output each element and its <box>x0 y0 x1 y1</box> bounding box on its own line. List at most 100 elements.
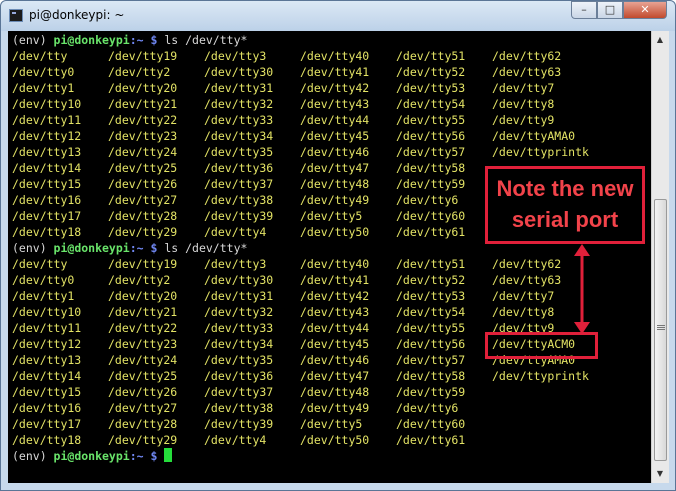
device-entry: /dev/tty54 <box>396 305 466 319</box>
device-entry: /dev/tty61 <box>396 433 466 447</box>
prompt-line: (env) pi@donkeypi:~ $ ls /dev/tty* <box>12 240 247 256</box>
arrow-icon <box>574 244 590 334</box>
listing-row: /dev/tty0/dev/tty2/dev/tty30/dev/tty41/d… <box>12 272 588 288</box>
prompt-path: :~ $ <box>129 449 158 463</box>
terminal-window: pi@donkeypi: ~ – □ ✕ (env) pi@donkeypi:~… <box>0 0 676 491</box>
device-entry: /dev/tty61 <box>396 225 466 239</box>
device-entry: /dev/tty35 <box>204 145 274 159</box>
device-entry: /dev/tty41 <box>300 65 370 79</box>
listing-row: /dev/tty11/dev/tty22/dev/tty33/dev/tty44… <box>12 112 588 128</box>
device-entry: /dev/tty37 <box>204 177 274 191</box>
device-entry: /dev/tty48 <box>300 177 370 191</box>
device-entry: /dev/tty11 <box>12 113 82 127</box>
device-entry: /dev/tty47 <box>300 369 370 383</box>
device-entry: /dev/tty52 <box>396 273 466 287</box>
device-entry: /dev/tty56 <box>396 337 466 351</box>
device-entry: /dev/tty29 <box>108 433 178 447</box>
device-entry: /dev/ttyAMA0 <box>492 129 576 143</box>
listing-row: /dev/tty0/dev/tty2/dev/tty30/dev/tty41/d… <box>12 64 588 80</box>
device-entry: /dev/tty6 <box>396 401 459 415</box>
device-entry: /dev/tty22 <box>108 113 178 127</box>
device-entry: /dev/tty47 <box>300 161 370 175</box>
minimize-button[interactable]: – <box>571 1 597 19</box>
scroll-down-icon[interactable]: ▼ <box>653 467 667 481</box>
listing-row: /dev/tty12/dev/tty23/dev/tty34/dev/tty45… <box>12 128 588 144</box>
device-entry: /dev/tty31 <box>204 81 274 95</box>
device-entry: /dev/tty10 <box>12 305 82 319</box>
prompt-env: (env) <box>12 33 54 47</box>
device-entry: /dev/tty62 <box>492 49 562 63</box>
device-entry: /dev/tty3 <box>204 49 267 63</box>
device-entry: /dev/tty1 <box>12 289 75 303</box>
device-entry: /dev/tty51 <box>396 257 466 271</box>
prompt-user: pi@donkeypi <box>53 241 130 255</box>
device-entry: /dev/tty34 <box>204 337 274 351</box>
device-entry: /dev/tty1 <box>12 81 75 95</box>
command-text <box>157 449 164 463</box>
prompt-path: :~ $ <box>129 33 158 47</box>
device-entry: /dev/tty55 <box>396 321 466 335</box>
device-entry: /dev/tty49 <box>300 193 370 207</box>
device-entry: /dev/tty63 <box>492 65 562 79</box>
device-entry: /dev/tty55 <box>396 113 466 127</box>
device-entry: /dev/tty25 <box>108 161 178 175</box>
device-entry: /dev/tty17 <box>12 209 82 223</box>
device-entry: /dev/tty <box>12 49 68 63</box>
device-entry: /dev/tty32 <box>204 305 274 319</box>
device-entry: /dev/tty53 <box>396 81 466 95</box>
prompt-user: pi@donkeypi <box>53 33 130 47</box>
listing-row: /dev/tty1/dev/tty20/dev/tty31/dev/tty42 /… <box>12 288 588 304</box>
device-entry: /dev/tty5 <box>300 209 363 223</box>
device-entry: /dev/tty24 <box>108 353 178 367</box>
device-entry: /dev/tty9 <box>492 113 555 127</box>
device-entry: /dev/tty42 <box>300 289 370 303</box>
maximize-button[interactable]: □ <box>597 1 623 19</box>
device-entry: /dev/tty13 <box>12 145 82 159</box>
listing-row: /dev/tty/dev/tty19/dev/tty3/dev/tty40/de… <box>12 48 588 64</box>
device-entry: /dev/tty44 <box>300 113 370 127</box>
annotation-text: Note the new serial port <box>488 173 642 235</box>
scroll-up-icon[interactable]: ▲ <box>653 33 667 47</box>
device-entry: /dev/tty38 <box>204 401 274 415</box>
device-entry: /dev/tty33 <box>204 321 274 335</box>
device-entry: /dev/tty20 <box>108 81 178 95</box>
vertical-scrollbar[interactable]: ▲ ▼ <box>651 31 669 483</box>
device-entry: /dev/tty24 <box>108 145 178 159</box>
command-text: ls /dev/tty* <box>157 33 248 47</box>
prompt-env: (env) <box>12 241 54 255</box>
device-entry: /dev/tty36 <box>204 369 274 383</box>
device-entry: /dev/tty10 <box>12 97 82 111</box>
device-entry: /dev/tty58 <box>396 161 466 175</box>
prompt-line: (env) pi@donkeypi:~ $ ls /dev/tty* <box>12 32 247 48</box>
device-entry: /dev/tty40 <box>300 257 370 271</box>
device-entry: /dev/tty21 <box>108 97 178 111</box>
device-entry: /dev/tty19 <box>108 257 178 271</box>
device-entry: /dev/tty57 <box>396 353 466 367</box>
device-entry: /dev/tty23 <box>108 337 178 351</box>
device-entry: /dev/ttyprintk <box>492 145 589 159</box>
device-entry: /dev/tty42 <box>300 81 370 95</box>
device-entry: /dev/tty45 <box>300 337 370 351</box>
listing-row: /dev/tty13/dev/tty24/dev/tty35/dev/tty46… <box>12 144 589 160</box>
terminal-output[interactable]: (env) pi@donkeypi:~ $ ls /dev/tty* /dev/… <box>8 31 651 483</box>
device-entry: /dev/tty4 <box>204 433 267 447</box>
device-entry: /dev/tty12 <box>12 129 82 143</box>
scroll-thumb[interactable] <box>654 199 667 461</box>
device-entry: /dev/tty60 <box>396 209 466 223</box>
device-entry: /dev/tty8 <box>492 97 555 111</box>
device-entry: /dev/tty49 <box>300 401 370 415</box>
device-entry: /dev/tty18 <box>12 225 82 239</box>
device-entry: /dev/tty29 <box>108 225 178 239</box>
device-entry: /dev/tty39 <box>204 209 274 223</box>
device-entry: /dev/tty53 <box>396 289 466 303</box>
listing-row: /dev/tty18/dev/tty29/dev/tty4/dev/tty50 /… <box>12 432 588 448</box>
device-entry: /dev/tty4 <box>204 225 267 239</box>
device-entry: /dev/tty38 <box>204 193 274 207</box>
text-cursor <box>164 448 173 462</box>
device-entry: /dev/tty14 <box>12 369 82 383</box>
title-bar[interactable]: pi@donkeypi: ~ – □ ✕ <box>1 1 675 31</box>
close-button[interactable]: ✕ <box>623 1 667 19</box>
device-entry: /dev/ttyprintk <box>492 369 589 383</box>
device-entry: /dev/tty30 <box>204 273 274 287</box>
device-entry: /dev/tty44 <box>300 321 370 335</box>
